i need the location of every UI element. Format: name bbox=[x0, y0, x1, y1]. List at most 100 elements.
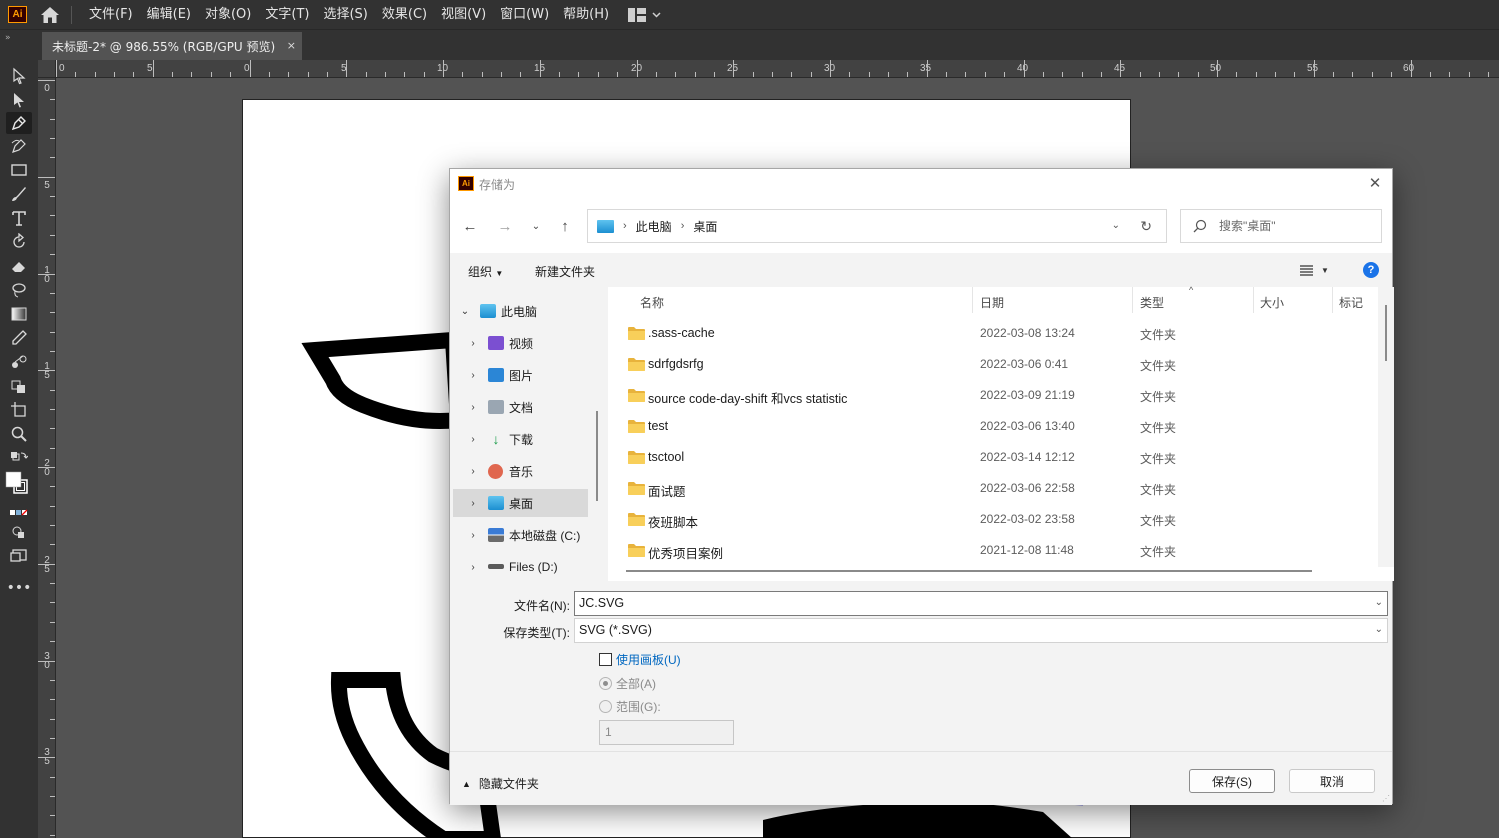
forward-arrow-icon[interactable]: → bbox=[496, 217, 514, 235]
pen-tool-icon[interactable] bbox=[6, 112, 32, 134]
menu-type[interactable]: 文字(T) bbox=[258, 0, 316, 29]
chevron-right-icon[interactable]: › bbox=[468, 498, 478, 509]
organize-button[interactable]: 组织 ▼ bbox=[468, 263, 503, 280]
collapse-panels-icon[interactable]: » bbox=[5, 33, 11, 43]
tree-item-pictures[interactable]: › 图片 bbox=[450, 361, 600, 389]
chevron-down-icon[interactable]: ⌄ bbox=[1375, 624, 1383, 635]
chevron-right-icon[interactable]: › bbox=[468, 434, 478, 445]
draw-mode-icon[interactable] bbox=[9, 522, 29, 542]
file-row[interactable]: test 2022-03-06 13:40 文件夹 bbox=[608, 411, 1376, 442]
menu-file[interactable]: 文件(F) bbox=[82, 0, 140, 29]
chevron-right-icon[interactable]: › bbox=[468, 466, 478, 477]
tree-item-music[interactable]: › 音乐 bbox=[450, 457, 600, 485]
lasso-tool-icon[interactable] bbox=[9, 280, 29, 300]
chevron-right-icon[interactable]: › bbox=[468, 402, 478, 413]
tree-item-this-pc[interactable]: ⌄ 此电脑 bbox=[450, 297, 600, 325]
view-options-button[interactable]: ▼ bbox=[1300, 263, 1330, 277]
back-arrow-icon[interactable]: ← bbox=[461, 217, 479, 235]
column-separator[interactable] bbox=[972, 287, 973, 313]
rectangle-tool-icon[interactable] bbox=[9, 160, 29, 180]
search-box[interactable] bbox=[1180, 209, 1382, 243]
file-list-vertical-scrollbar[interactable] bbox=[1378, 287, 1394, 567]
hide-folders-toggle[interactable]: ▲ 隐藏文件夹 bbox=[462, 775, 539, 792]
up-arrow-icon[interactable]: ↑ bbox=[556, 217, 574, 235]
chevron-right-icon[interactable]: › bbox=[468, 370, 478, 381]
tree-item-drive-d[interactable]: › Files (D:) bbox=[450, 553, 600, 581]
tree-item-videos[interactable]: › 视频 bbox=[450, 329, 600, 357]
all-artboards-radio[interactable] bbox=[599, 677, 612, 690]
file-row[interactable]: source code-day-shift 和vcs statistic 2022… bbox=[608, 380, 1376, 411]
zoom-tool-icon[interactable] bbox=[9, 424, 29, 444]
navigation-pane-scrollbar[interactable] bbox=[596, 411, 598, 501]
range-radio[interactable] bbox=[599, 700, 612, 713]
type-tool-icon[interactable] bbox=[9, 208, 29, 228]
chevron-right-icon[interactable]: › bbox=[468, 530, 478, 541]
file-row[interactable]: .sass-cache 2022-03-08 13:24 文件夹 bbox=[608, 318, 1376, 349]
fill-stroke-swatch[interactable] bbox=[5, 470, 29, 498]
tree-item-documents[interactable]: › 文档 bbox=[450, 393, 600, 421]
chevron-down-icon[interactable]: ⌄ bbox=[1375, 597, 1383, 608]
file-row[interactable]: tsctool 2022-03-14 12:12 文件夹 bbox=[608, 442, 1376, 473]
color-mode-icon[interactable] bbox=[9, 504, 29, 524]
address-dropdown-icon[interactable]: ⌄ bbox=[1112, 220, 1120, 231]
breadcrumb-this-pc[interactable]: 此电脑 bbox=[636, 218, 672, 235]
column-header-name[interactable]: 名称 bbox=[640, 287, 664, 317]
menu-object[interactable]: 对象(O) bbox=[198, 0, 258, 29]
menu-help[interactable]: 帮助(H) bbox=[556, 0, 616, 29]
document-tab[interactable]: 未标题-2* @ 986.55% (RGB/GPU 预览) × bbox=[42, 32, 302, 61]
help-icon[interactable]: ? bbox=[1363, 262, 1379, 278]
file-row[interactable]: 夜班脚本 2022-03-02 23:58 文件夹 bbox=[608, 504, 1376, 535]
save-button[interactable]: 保存(S) bbox=[1189, 769, 1275, 793]
scrollbar-thumb[interactable] bbox=[1385, 305, 1387, 361]
paintbrush-tool-icon[interactable] bbox=[9, 184, 29, 204]
tree-item-downloads[interactable]: › ↓ 下载 bbox=[450, 425, 600, 453]
recent-locations-chevron-icon[interactable]: ⌄ bbox=[527, 217, 545, 235]
column-header-type[interactable]: 类型 bbox=[1140, 287, 1164, 317]
column-separator[interactable] bbox=[1332, 287, 1333, 313]
menu-edit[interactable]: 编辑(E) bbox=[140, 0, 198, 29]
rotate-tool-icon[interactable] bbox=[9, 232, 29, 252]
range-input[interactable]: 1 bbox=[599, 720, 734, 745]
menu-view[interactable]: 视图(V) bbox=[434, 0, 493, 29]
symbol-sprayer-tool-icon[interactable] bbox=[9, 376, 29, 396]
direct-selection-tool-icon[interactable] bbox=[9, 90, 29, 110]
more-tools-icon[interactable]: ••• bbox=[7, 578, 32, 598]
home-icon[interactable] bbox=[39, 4, 61, 26]
file-row[interactable]: 优秀项目案例 2021-12-08 11:48 文件夹 bbox=[608, 535, 1376, 566]
curvature-tool-icon[interactable] bbox=[9, 136, 29, 156]
column-header-date[interactable]: 日期 bbox=[980, 287, 1004, 317]
close-icon[interactable]: ✕ bbox=[1366, 174, 1384, 192]
artboard-tool-icon[interactable] bbox=[9, 400, 29, 420]
menu-select[interactable]: 选择(S) bbox=[316, 0, 374, 29]
tree-item-desktop[interactable]: › 桌面 bbox=[453, 489, 588, 517]
use-artboards-label[interactable]: 使用画板(U) bbox=[616, 651, 681, 668]
tree-item-drive-c[interactable]: › 本地磁盘 (C:) bbox=[450, 521, 600, 549]
filename-field[interactable]: JC.SVG ⌄ bbox=[574, 591, 1388, 616]
cancel-button[interactable]: 取消 bbox=[1289, 769, 1375, 793]
file-row[interactable]: sdrfgdsrfg 2022-03-06 0:41 文件夹 bbox=[608, 349, 1376, 380]
menu-window[interactable]: 窗口(W) bbox=[493, 0, 556, 29]
chevron-down-icon[interactable]: ⌄ bbox=[460, 306, 470, 317]
eraser-tool-icon[interactable] bbox=[9, 256, 29, 276]
file-row[interactable]: 面试题 2022-03-06 22:58 文件夹 bbox=[608, 473, 1376, 504]
search-input[interactable] bbox=[1219, 219, 1379, 233]
close-tab-icon[interactable]: × bbox=[287, 39, 296, 52]
file-list-horizontal-scrollbar[interactable] bbox=[626, 570, 1312, 572]
resize-grip-icon[interactable]: ⋰ bbox=[1382, 794, 1390, 803]
selection-tool-icon[interactable] bbox=[9, 66, 29, 86]
column-separator[interactable] bbox=[1253, 287, 1254, 313]
swap-fill-stroke-icon[interactable] bbox=[9, 450, 29, 470]
breadcrumb-desktop[interactable]: 桌面 bbox=[693, 218, 717, 235]
column-header-size[interactable]: 大小 bbox=[1260, 287, 1284, 317]
eyedropper-tool-icon[interactable] bbox=[9, 328, 29, 348]
menu-effect[interactable]: 效果(C) bbox=[375, 0, 434, 29]
blend-tool-icon[interactable] bbox=[9, 352, 29, 372]
new-folder-button[interactable]: 新建文件夹 bbox=[535, 263, 595, 280]
filetype-select[interactable]: SVG (*.SVG) ⌄ bbox=[574, 618, 1388, 643]
use-artboards-checkbox[interactable] bbox=[599, 653, 612, 666]
screen-mode-icon[interactable] bbox=[9, 546, 29, 566]
dialog-title-bar[interactable]: Ai 存储为 ✕ bbox=[450, 169, 1392, 199]
chevron-right-icon[interactable]: › bbox=[468, 338, 478, 349]
address-bar[interactable]: › 此电脑 › 桌面 ⌄ ↻ bbox=[587, 209, 1167, 243]
column-header-tags[interactable]: 标记 bbox=[1339, 287, 1363, 317]
